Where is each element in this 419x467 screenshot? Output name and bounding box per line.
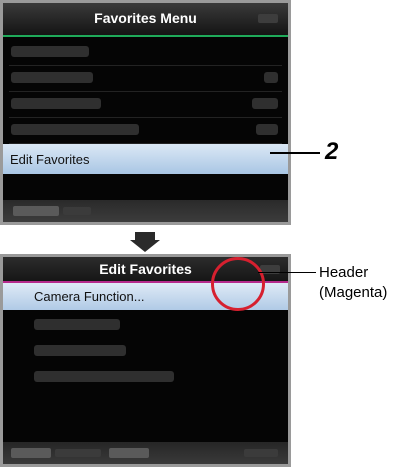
menu-item-blurred-3[interactable] [9, 364, 282, 390]
header-annotation: Header (Magenta) [319, 263, 387, 303]
menu-item-blurred-3[interactable] [9, 91, 282, 118]
annotation-line-2: (Magenta) [319, 284, 388, 301]
edit-favorites-footer [3, 442, 288, 464]
footer-button[interactable] [13, 206, 59, 216]
footer-hint [244, 449, 278, 457]
menu-item-blurred-4[interactable] [9, 117, 282, 144]
footer-hint [63, 207, 91, 215]
menu-item-blurred-1[interactable] [9, 312, 282, 338]
blurred-value [256, 124, 278, 135]
blurred-label [34, 345, 126, 356]
blurred-label [11, 124, 139, 135]
step-number: 2 [325, 138, 339, 165]
blurred-label [11, 72, 93, 83]
blurred-label [11, 98, 101, 109]
blurred-value [252, 98, 278, 109]
callout-leader-line [270, 152, 320, 154]
blurred-value [264, 72, 278, 83]
circle-highlight-icon [211, 257, 265, 311]
favorites-menu-screen: Favorites Menu Edit Favorites [0, 0, 291, 225]
footer-button[interactable] [11, 448, 51, 458]
menu-item-blurred-2[interactable] [9, 65, 282, 92]
blurred-label [34, 319, 120, 330]
footer-button[interactable] [109, 448, 149, 458]
blurred-label [34, 371, 174, 382]
favorites-menu-footer [3, 200, 288, 222]
favorites-menu-display: Favorites Menu Edit Favorites [3, 3, 288, 222]
header-status-indicator [258, 14, 278, 23]
blurred-label [11, 46, 89, 57]
favorites-menu-title: Favorites Menu [94, 10, 197, 26]
menu-item-label: Edit Favorites [10, 152, 90, 167]
menu-item-blurred-2[interactable] [9, 338, 282, 364]
menu-item-edit-favorites[interactable]: Edit Favorites [3, 144, 288, 174]
annotation-leader-line [258, 272, 316, 273]
footer-hint [55, 449, 101, 457]
menu-item-blurred-1[interactable] [9, 39, 282, 66]
annotation-line-1: Header [319, 264, 369, 281]
menu-item-label: Camera Function... [34, 289, 145, 304]
favorites-menu-header: Favorites Menu [3, 3, 288, 37]
